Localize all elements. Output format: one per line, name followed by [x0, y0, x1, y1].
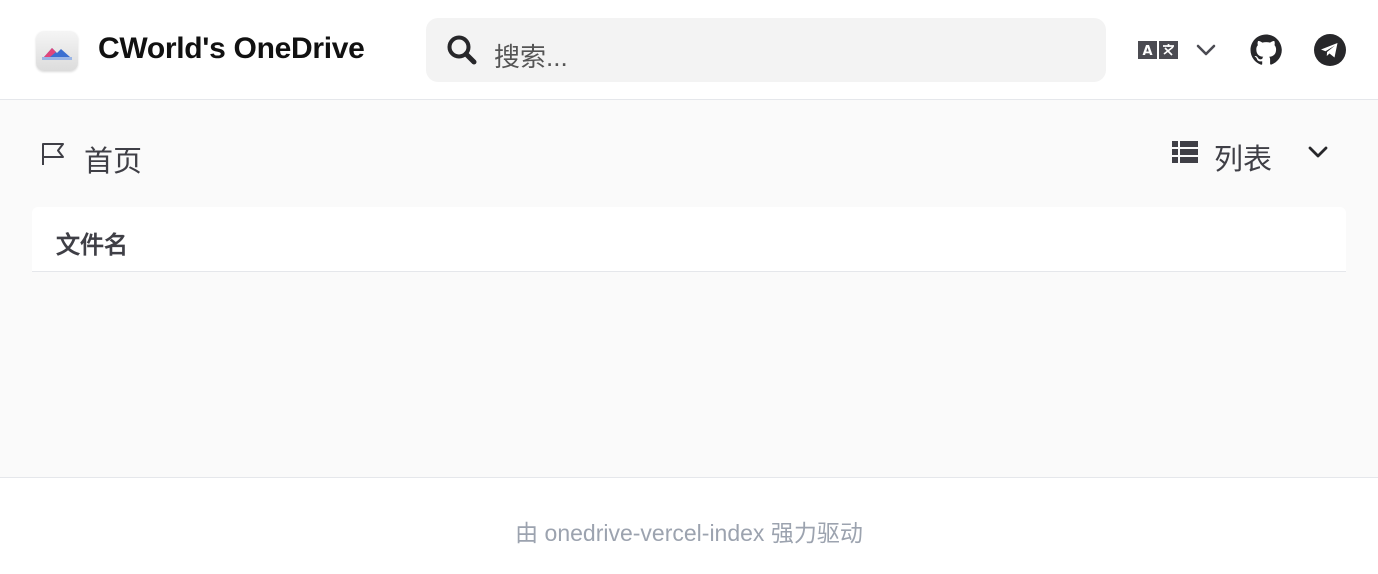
translate-icon: A [1138, 41, 1178, 59]
chevron-down-icon [1196, 44, 1216, 56]
search-input[interactable]: 搜索... [426, 18, 1106, 82]
layout-switcher[interactable]: 列表 [1170, 132, 1340, 176]
footer-project-link[interactable]: onedrive-vercel-index [545, 520, 765, 546]
site-title[interactable]: CWorld's OneDrive [98, 32, 365, 66]
chevron-down-icon [1308, 146, 1328, 158]
flag-icon [42, 143, 64, 165]
footer-credit: 由 onedrive-vercel-index 强力驱动 [0, 514, 1378, 548]
footer-suffix: 强力驱动 [770, 520, 863, 546]
github-icon[interactable] [1249, 33, 1283, 67]
telegram-icon[interactable] [1313, 33, 1347, 67]
file-list-table: 文件名 [32, 207, 1346, 272]
layout-label: 列表 [1214, 144, 1273, 176]
mountain-logo-icon [42, 48, 72, 60]
search-placeholder: 搜索... [494, 42, 568, 72]
search-icon [447, 35, 477, 65]
language-switcher[interactable]: A [1136, 36, 1220, 66]
footer-prefix: 由 [515, 520, 539, 546]
svg-text:A: A [1142, 44, 1152, 59]
site-logo[interactable] [36, 31, 78, 71]
list-view-icon [1172, 141, 1198, 163]
footer: 由 onedrive-vercel-index 强力驱动 [0, 477, 1378, 574]
breadcrumb-home[interactable]: 首页 [84, 138, 142, 180]
top-navbar: CWorld's OneDrive 搜索... A [0, 0, 1378, 100]
column-header-filename[interactable]: 文件名 [56, 225, 128, 260]
